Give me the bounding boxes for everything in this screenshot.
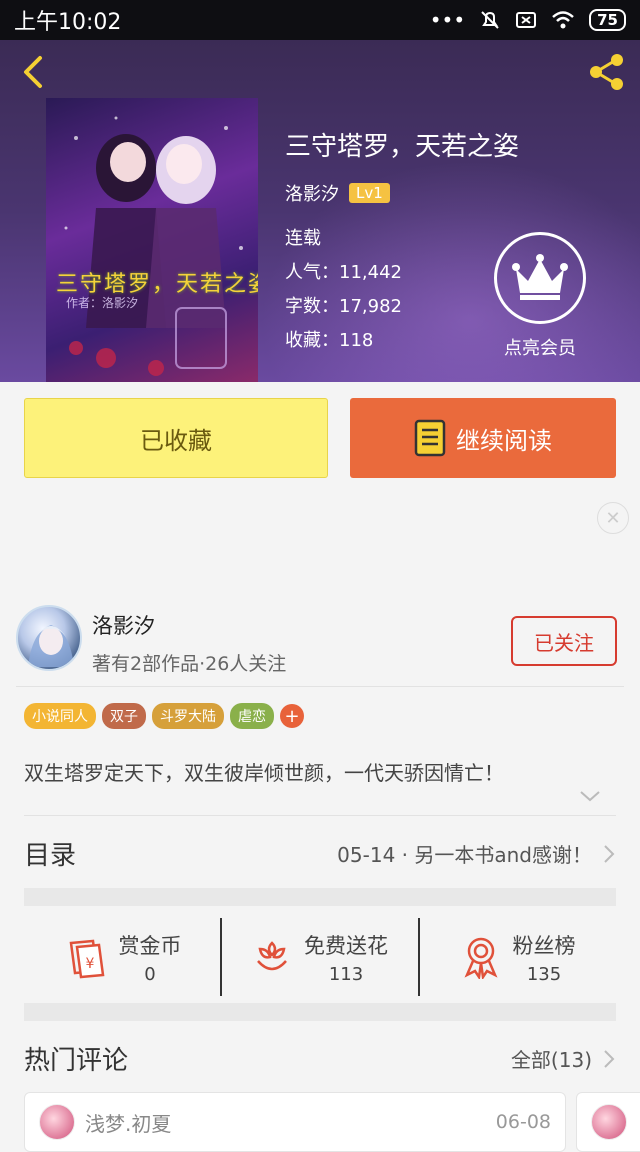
continue-reading-button[interactable]: 继续阅读	[350, 398, 616, 478]
share-icon[interactable]	[584, 50, 628, 94]
section-separator	[24, 1003, 616, 1021]
comments-title: 热门评论	[24, 1046, 129, 1076]
book-header: 三守塔罗，天若之姿 作者：洛影汐 三守塔罗，天若之姿 洛影汐 Lv1 连载 人气…	[0, 40, 640, 382]
collected-button[interactable]: 已收藏	[24, 398, 328, 478]
avatar-art	[28, 625, 74, 667]
stat-value: 135	[526, 963, 562, 985]
author-name-header[interactable]: 洛影汐	[285, 180, 339, 206]
stat-name: 免费送花	[304, 933, 388, 958]
book-title: 三守塔罗，天若之姿	[285, 132, 520, 162]
all-comments-link[interactable]: 全部(13)	[511, 1044, 592, 1073]
fan-ranking-button[interactable]: 粉丝榜 135	[418, 918, 616, 996]
divider	[24, 815, 616, 816]
vip-button[interactable]	[494, 232, 586, 324]
tag-item[interactable]: 斗罗大陆	[152, 703, 224, 729]
stat-text: 赏金币 0	[119, 930, 182, 985]
tag-item[interactable]: 小说同人	[24, 703, 96, 729]
status-bar: 上午10:02 ••• 75	[0, 0, 640, 40]
section-separator	[24, 888, 616, 906]
cover-art	[64, 116, 243, 376]
add-tag-button[interactable]: +	[280, 704, 304, 728]
battery-indicator: 75	[589, 9, 626, 31]
crown-icon	[512, 254, 568, 300]
dots-icon: •••	[429, 8, 466, 32]
support-stats: ¥ 赏金币 0 免费送花 113 粉丝榜 135	[24, 918, 616, 996]
stat-value: 0	[144, 963, 156, 985]
collected-label: 已收藏	[140, 426, 212, 455]
flower-icon	[257, 941, 287, 971]
cover-author: 作者：洛影汐	[66, 296, 139, 310]
tag-item[interactable]: 虐恋	[230, 703, 274, 729]
commenter-avatar[interactable]	[39, 1104, 75, 1140]
book-summary: 双生塔罗定天下，双生彼岸倾世颜，一代天骄因情亡！	[24, 761, 504, 785]
vip-label[interactable]: 点亮会员	[480, 334, 600, 360]
comment-date: 06-08	[495, 1111, 551, 1133]
reward-coin-icon: ¥	[69, 939, 104, 979]
favorites-count: 收藏：118	[285, 330, 374, 351]
mute-bell-icon	[481, 11, 499, 29]
send-flower-button[interactable]: 免费送花 113	[220, 918, 418, 996]
stat-text: 粉丝榜 135	[513, 930, 576, 985]
stat-value: 113	[328, 963, 364, 985]
commenter-avatar[interactable]	[591, 1104, 627, 1140]
hot-comments-header: 热门评论 全部(13)	[24, 1040, 616, 1077]
medal-icon	[464, 937, 497, 979]
commenter-name[interactable]: 浅梦.初夏	[85, 1108, 496, 1137]
author-name[interactable]: 洛影汐	[92, 610, 155, 640]
follow-button[interactable]: 已关注	[511, 616, 617, 666]
divider	[16, 686, 624, 687]
status-icons: ••• 75	[430, 8, 626, 32]
back-arrow-icon[interactable]	[14, 52, 54, 92]
author-row[interactable]: 洛影汐 Lv1	[285, 180, 390, 206]
popularity-count: 人气：11,442	[285, 262, 402, 283]
book-icon	[414, 419, 446, 457]
comment-card[interactable]: 浅梦.初夏 06-08	[24, 1092, 566, 1152]
toc-label: 目录	[24, 841, 77, 871]
tag-item[interactable]: 双子	[102, 703, 146, 729]
wifi-icon	[552, 11, 574, 29]
chevron-down-icon[interactable]	[578, 788, 602, 804]
svg-text:¥: ¥	[85, 956, 94, 972]
comment-card[interactable]	[576, 1092, 640, 1152]
table-of-contents-row[interactable]: 目录 05-14 · 另一本书and感谢！	[24, 835, 616, 872]
tag-list: 小说同人 双子 斗罗大陆 虐恋 +	[24, 703, 304, 729]
sim-off-icon	[516, 12, 537, 28]
level-badge: Lv1	[349, 183, 390, 203]
follow-label: 已关注	[534, 630, 594, 655]
status-time: 上午10:02	[14, 10, 122, 35]
reward-coins-button[interactable]: ¥ 赏金币 0	[24, 918, 220, 996]
continue-reading-label: 继续阅读	[456, 426, 552, 455]
stat-name: 赏金币	[118, 933, 182, 958]
word-count: 字数：17,982	[285, 296, 402, 317]
close-icon[interactable]: ✕	[597, 502, 629, 534]
stat-text: 免费送花 113	[304, 930, 388, 985]
chevron-right-icon[interactable]	[602, 1049, 616, 1069]
author-meta: 著有2部作品·26人关注	[92, 653, 287, 675]
stat-name: 粉丝榜	[512, 933, 576, 958]
author-avatar[interactable]	[16, 605, 82, 671]
serial-status: 连载	[285, 228, 321, 249]
chevron-right-icon	[604, 844, 615, 863]
latest-chapter[interactable]: 05-14 · 另一本书and感谢！	[337, 839, 592, 868]
book-cover[interactable]: 三守塔罗，天若之姿 作者：洛影汐	[46, 98, 258, 382]
